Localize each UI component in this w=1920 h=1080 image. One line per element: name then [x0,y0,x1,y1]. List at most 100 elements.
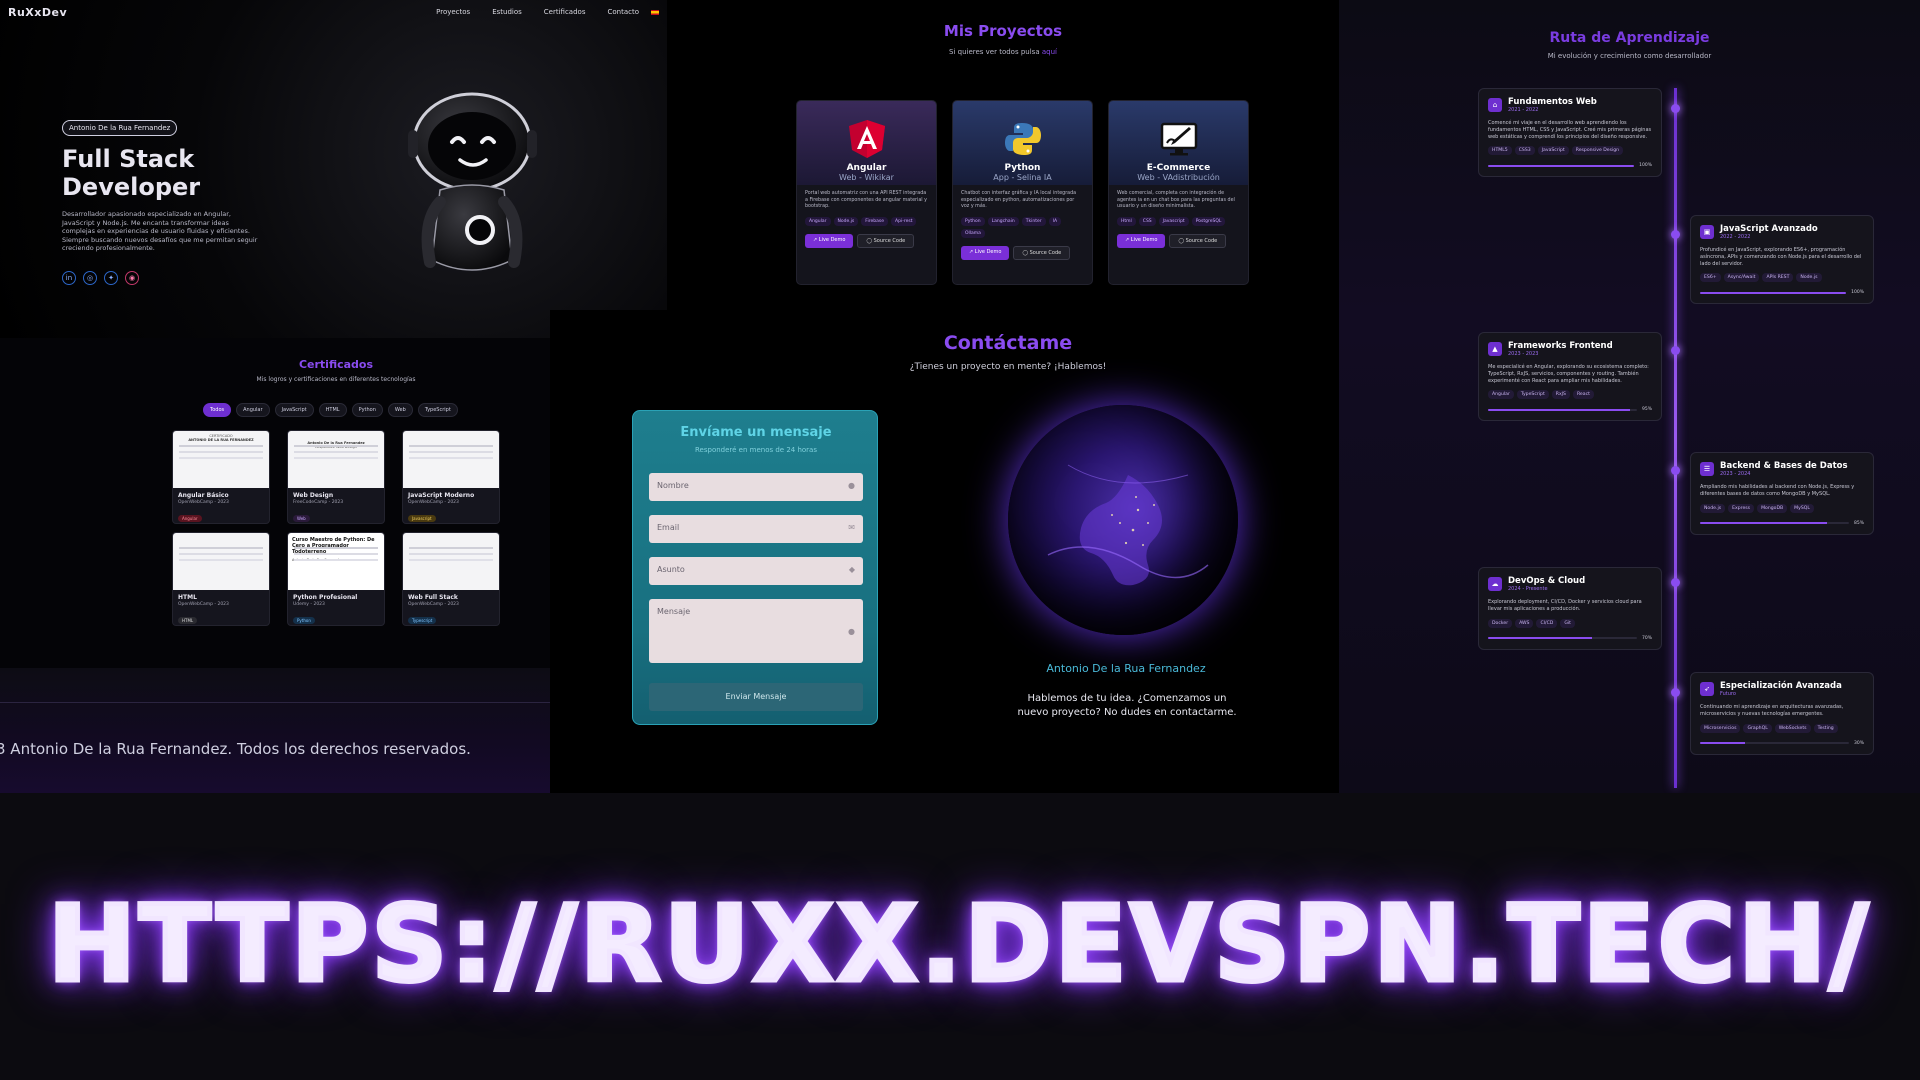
filter-javascript[interactable]: JavaScript [274,403,314,417]
route-stage[interactable]: ☰ Backend & Bases de Datos 2023 - 2024 Am… [1690,452,1874,535]
route-stage[interactable]: ▲ Frameworks Frontend 2023 - 2023 Me espe… [1478,332,1662,422]
cloud-icon: ☁ [1488,577,1502,591]
project-tag: IA [1048,216,1062,226]
cert-filters: Todos Angular JavaScript HTML Python Web… [203,403,458,417]
project-buttons: ↗ Live Demo ◯ Source Code [797,228,936,254]
cert-tag: Javascript [408,515,436,522]
progress-track [1700,291,1847,294]
progress-track [1488,408,1637,411]
live-demo-button[interactable]: ↗ Live Demo [805,233,854,248]
subject-placeholder: Asunto [657,565,685,574]
projects-panel: Mis Proyectos Si quieres ver todos pulsa… [667,0,1339,310]
progress-track [1700,522,1849,525]
send-message-button[interactable]: Enviar Mensaje [649,683,863,711]
route-stage[interactable]: ➶ Especialización Avanzada Futuro Continu… [1690,672,1874,755]
stage-date: Futuro [1720,691,1736,697]
filter-todos[interactable]: Todos [203,403,232,417]
source-code-button[interactable]: ◯ Source Code [1169,233,1227,248]
cert-card[interactable]: CERTIFICADO ANTONIO DE LA RUA FERNANDEZ … [172,430,270,524]
source-code-button[interactable]: ◯ Source Code [857,233,915,248]
stage-progress: 95% [1488,407,1652,412]
cert-card[interactable]: Antonio De la Rua Fernandez Responsive W… [287,430,385,524]
nav-proyectos[interactable]: Proyectos [436,8,470,16]
stage-tag: Docker [1488,618,1513,628]
brand-logo[interactable]: RuXxDev [8,6,67,19]
contact-panel: Contáctame ¿Tienes un proyecto en mente?… [550,310,1339,793]
filter-python[interactable]: Python [351,403,383,417]
progress-fill [1700,742,1745,745]
nav-contacto[interactable]: Contacto [607,8,639,16]
name-field[interactable]: Nombre ● [649,473,863,501]
stage-tags: Angular TypeScript RxJS React [1488,390,1652,400]
project-tag: Api-rest [891,216,917,226]
message-placeholder: Mensaje [657,607,691,616]
contact-person-name: Antonio De la Rua Fernandez [1046,662,1206,675]
stage-desc: Explorando deployment, CI/CD, Docker y s… [1488,599,1642,612]
cert-preview-course: Responsive Web Design [315,445,357,449]
stage-tag: Testing [1813,723,1838,733]
stage-tag: HTML5 [1488,146,1512,156]
html-icon: ⌂ [1488,98,1502,112]
project-name: E-Commerce [1146,163,1211,173]
live-demo-button[interactable]: ↗ Live Demo [961,245,1010,260]
nav-certificados[interactable]: Certificados [544,8,586,16]
route-stage[interactable]: ▣ JavaScript Avanzado 2022 - 2022 Profund… [1690,215,1874,305]
filter-typescript[interactable]: TypeScript [417,403,458,417]
stage-heading: JavaScript Avanzado 2022 - 2022 [1720,224,1818,240]
filter-html[interactable]: HTML [318,403,347,417]
twitter-icon[interactable]: ✦ [104,271,118,285]
projects-all-link[interactable]: aquí [1042,48,1057,56]
subject-field[interactable]: Asunto ◆ [649,557,863,585]
filter-angular[interactable]: Angular [236,403,270,417]
language-flag-icon[interactable] [651,9,659,15]
email-field[interactable]: Email ✉ [649,515,863,543]
stage-tag: TypeScript [1516,390,1549,400]
cert-org: OpenWebCamp - 2023 [408,602,459,607]
message-field[interactable]: Mensaje ● [649,599,863,663]
stage-progress: 85% [1700,521,1864,526]
footer-copyright: 3 Antonio De la Rua Fernandez. Todos los… [0,740,471,758]
project-tag: Tkinter [1021,216,1046,226]
live-demo-button[interactable]: ↗ Live Demo [1117,233,1166,248]
cert-preview-course: Curso Maestro de Python: De Cero a Progr… [292,537,375,555]
progress-fill [1700,291,1847,294]
linkedin-icon[interactable]: in [62,271,76,285]
project-card[interactable]: E-Commerce Web - VAdistribución Web come… [1108,100,1249,285]
contact-subtitle: ¿Tienes un proyecto en mente? ¡Hablemos! [909,362,1107,372]
cert-card[interactable]: Web Full Stack OpenWebCamp - 2023 Typesc… [402,532,500,626]
instagram-icon[interactable]: ◉ [125,271,139,285]
project-card[interactable]: Python App - Selina IA Chatbot con inter… [952,100,1093,285]
project-tags: Python Langchain Tkinter IA Ollama [953,215,1092,240]
rocket-icon: ➶ [1700,682,1714,696]
stage-title: Backend & Bases de Datos [1720,461,1848,471]
stage-tag: MongoDB [1757,503,1788,513]
cert-title: Web Full Stack [408,594,458,601]
route-stage[interactable]: ☁ DevOps & Cloud 2024 - Presente Exploran… [1478,567,1662,650]
cert-card[interactable]: HTML OpenWebCamp - 2023 HTML [172,532,270,626]
stage-tag: AWS [1515,618,1534,628]
stage-heading: DevOps & Cloud 2024 - Presente [1508,576,1585,592]
route-stage[interactable]: ⌂ Fundamentos Web 2021 - 2022 Comencé mi … [1478,88,1662,178]
cert-card[interactable]: JavaScript Moderno OpenWebCamp - 2023 Ja… [402,430,500,524]
cert-card[interactable]: Curso Maestro de Python: De Cero a Progr… [287,532,385,626]
route-title: Ruta de Aprendizaje [1549,30,1710,46]
project-desc: Chatbot con interfaz gráfica y IA local … [961,191,1077,209]
stage-desc: Comencé mi viaje en el desarrollo web ap… [1488,120,1652,140]
design-monitor-icon [1159,121,1199,157]
source-code-button[interactable]: ◯ Source Code [1013,245,1071,260]
stage-progress: 100% [1700,290,1864,295]
project-card[interactable]: Angular Web - Wikikar Portal web automat… [796,100,937,285]
github-icon[interactable]: ◎ [83,271,97,285]
stage-tags: Node.js Express MongoDB MySQL [1700,503,1864,513]
stage-tag: CI/CD [1536,618,1558,628]
stage-header: ➶ Especialización Avanzada Futuro [1700,681,1864,697]
cert-preview-name: ANTONIO DE LA RUA FERNANDEZ [188,438,254,442]
filter-web[interactable]: Web [387,403,413,417]
stage-desc: Me especialicé en Angular, explorando su… [1488,364,1649,384]
cert-title: HTML [178,594,197,601]
project-desc: Portal web automatriz con una API REST i… [805,191,927,209]
stage-tag: Node.js [1796,273,1822,283]
nav-estudios[interactable]: Estudios [492,8,522,16]
site-url[interactable]: HTTPS://RUXX.DEVSPN.TECH/ [0,881,1920,1008]
stage-heading: Frameworks Frontend 2023 - 2023 [1508,341,1613,357]
